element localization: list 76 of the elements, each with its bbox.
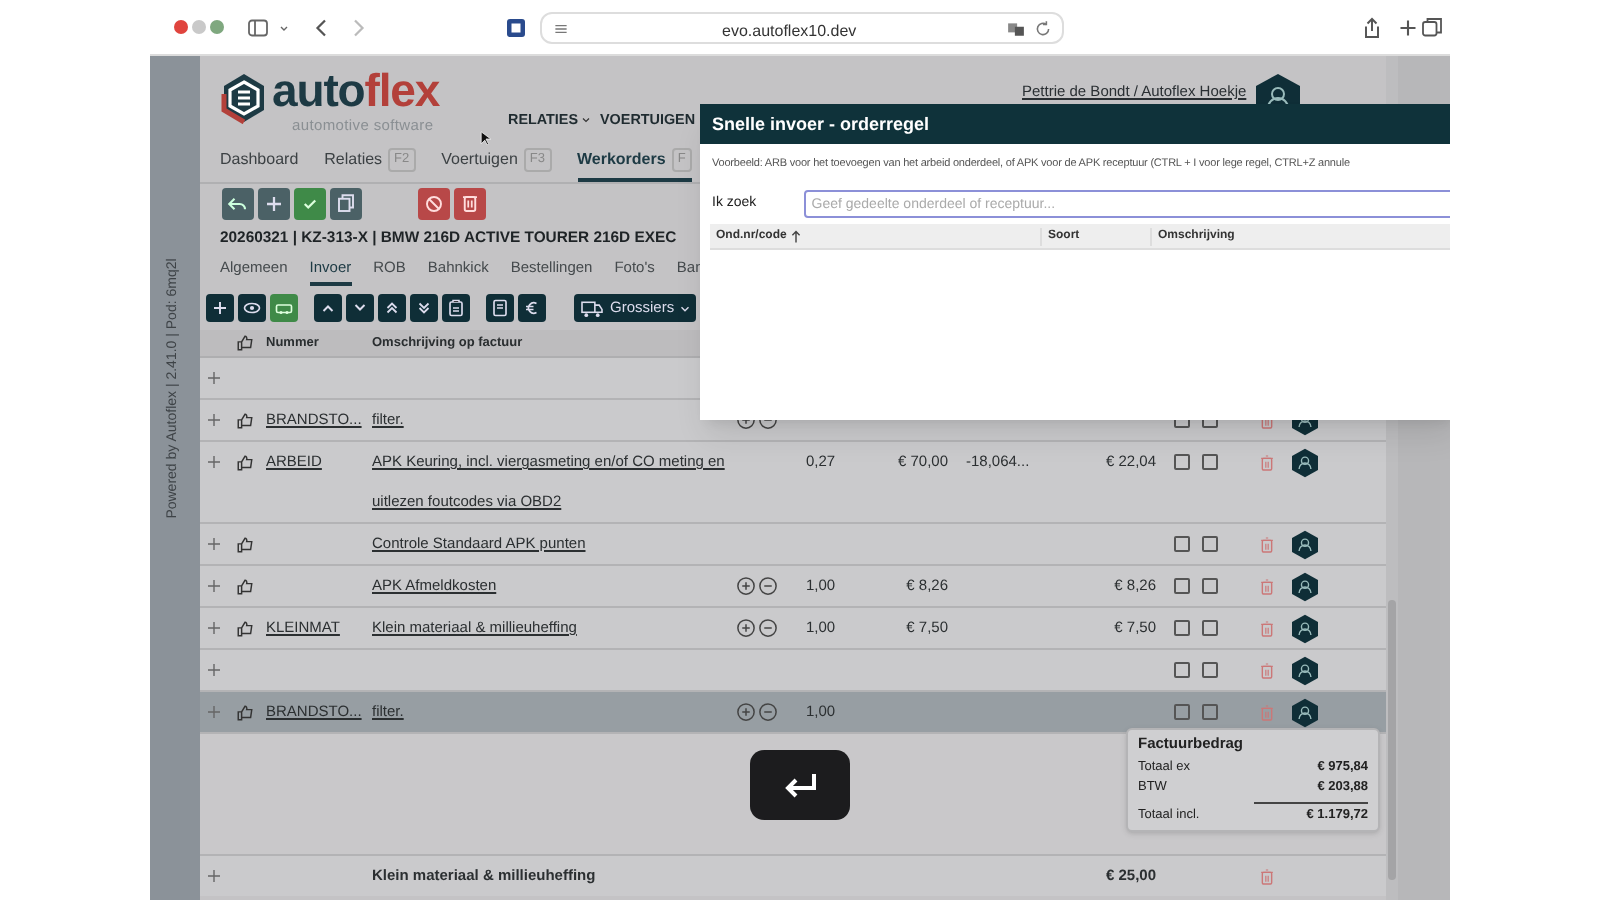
- thumbs-up-icon[interactable]: [236, 703, 254, 721]
- checkbox[interactable]: [1174, 662, 1190, 678]
- copy-icon: [332, 190, 360, 218]
- reload-icon[interactable]: [1034, 20, 1052, 38]
- thumbs-up-icon[interactable]: [236, 619, 254, 637]
- add-line-icon[interactable]: [206, 620, 222, 636]
- user-avatar-icon[interactable]: [1292, 697, 1318, 727]
- address-bar[interactable]: evo.autoflex10.dev: [540, 12, 1064, 44]
- checkbox[interactable]: [1202, 454, 1218, 470]
- user-avatar-icon[interactable]: [1292, 447, 1318, 477]
- plus-circle-icon[interactable]: [736, 618, 756, 638]
- checkbox[interactable]: [1202, 536, 1218, 552]
- add-line-icon[interactable]: [206, 536, 222, 552]
- add-line-icon[interactable]: [206, 578, 222, 594]
- checkbox[interactable]: [1202, 620, 1218, 636]
- checkbox[interactable]: [1202, 704, 1218, 720]
- add-line-icon[interactable]: [206, 370, 222, 386]
- chevron-down-button[interactable]: [346, 294, 374, 322]
- thumbs-up-icon[interactable]: [236, 453, 254, 471]
- thumbs-up-icon[interactable]: [236, 577, 254, 595]
- copy-button[interactable]: [330, 188, 362, 220]
- checkbox[interactable]: [1174, 578, 1190, 594]
- minus-circle-icon[interactable]: [758, 576, 778, 596]
- user-avatar-icon[interactable]: [1292, 613, 1318, 643]
- cancel-button[interactable]: [418, 188, 450, 220]
- url-text: evo.autoflex10.dev: [722, 20, 857, 44]
- truck-icon: [578, 298, 606, 318]
- thumbs-up-icon: [236, 334, 254, 352]
- checkbox[interactable]: [1174, 620, 1190, 636]
- page-menu-icon[interactable]: [552, 20, 570, 38]
- plus-button[interactable]: [258, 188, 290, 220]
- double-chevron-up-button[interactable]: [378, 294, 406, 322]
- cursor-icon: [480, 130, 492, 148]
- check-button[interactable]: [294, 188, 326, 220]
- logo-icon: [220, 72, 268, 124]
- chevron-down-icon: [678, 301, 693, 315]
- plus-icon: [208, 296, 232, 320]
- thumbs-up-icon[interactable]: [236, 411, 254, 429]
- book-button[interactable]: [486, 294, 514, 322]
- new-tab-icon[interactable]: [1396, 16, 1420, 40]
- nav-tab[interactable]: Dashboard: [220, 148, 299, 182]
- euro-button[interactable]: [518, 294, 546, 322]
- add-line-icon[interactable]: [206, 662, 222, 678]
- trash-button[interactable]: [454, 188, 486, 220]
- clipboard-button[interactable]: [442, 294, 470, 322]
- checkbox[interactable]: [1202, 578, 1218, 594]
- book-icon: [488, 296, 512, 320]
- return-key-icon: [780, 769, 820, 801]
- checkbox[interactable]: [1174, 704, 1190, 720]
- checkbox[interactable]: [1174, 536, 1190, 552]
- dialog-title: Snelle invoer - orderregel: [700, 104, 1450, 144]
- user-avatar-icon[interactable]: [1292, 529, 1318, 559]
- undo-button[interactable]: [222, 188, 254, 220]
- clipboard-icon: [444, 296, 468, 320]
- user-avatar-icon[interactable]: [1292, 655, 1318, 685]
- plus-button[interactable]: [206, 294, 234, 322]
- chevron-up-button[interactable]: [314, 294, 342, 322]
- add-line-icon[interactable]: [206, 412, 222, 428]
- site-icon[interactable]: [504, 16, 528, 40]
- add-line-icon[interactable]: [206, 868, 222, 884]
- minus-circle-icon[interactable]: [758, 618, 778, 638]
- cancel-icon: [420, 190, 448, 218]
- checkbox[interactable]: [1174, 454, 1190, 470]
- checkbox[interactable]: [1202, 662, 1218, 678]
- translate-icon[interactable]: [1006, 20, 1026, 38]
- share-icon[interactable]: [1360, 16, 1384, 40]
- user-avatar-icon[interactable]: [1292, 571, 1318, 601]
- car-button[interactable]: [270, 294, 298, 322]
- sidebar-icon[interactable]: [246, 16, 270, 40]
- eye-button[interactable]: [238, 294, 266, 322]
- add-line-icon[interactable]: [206, 454, 222, 470]
- double-chevron-down-button[interactable]: [410, 294, 438, 322]
- tabs-overview-icon[interactable]: [1420, 16, 1444, 40]
- thumbs-up-icon[interactable]: [236, 535, 254, 553]
- plus-circle-icon[interactable]: [736, 576, 756, 596]
- logo-wordmark: autoflex: [272, 66, 440, 114]
